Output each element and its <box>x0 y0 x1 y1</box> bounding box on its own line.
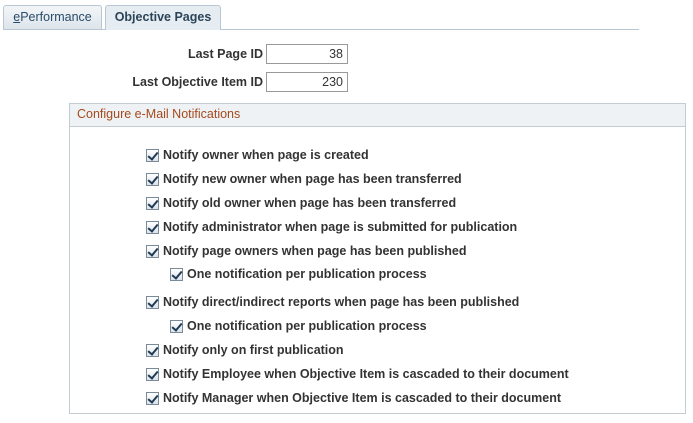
objective-pages-page: ePerformance Objective Pages Last Page I… <box>0 0 693 423</box>
checkbox-label: Notify administrator when page is submit… <box>163 220 518 234</box>
checkbox-row-one-notification-owners: One notification per publication process <box>170 266 427 282</box>
checkbox-row-manager-cascaded: Notify Manager when Objective Item is ca… <box>146 390 561 406</box>
checkbox-row-owners-published: Notify page owners when page has been pu… <box>146 243 467 259</box>
checkbox-label: Notify old owner when page has been tran… <box>163 196 457 210</box>
checkbox-label: Notify page owners when page has been pu… <box>163 244 467 258</box>
one-notification-owners-checkbox[interactable] <box>170 267 183 281</box>
checkbox-row-old-owner-transferred: Notify old owner when page has been tran… <box>146 195 456 211</box>
checkbox-label: Notify Manager when Objective Item is ca… <box>163 391 562 405</box>
notify-page-owners-published-checkbox[interactable] <box>146 244 159 258</box>
one-notification-reports-checkbox[interactable] <box>170 319 183 333</box>
tab-eperformance[interactable]: ePerformance <box>3 5 102 29</box>
checkbox-row-new-owner-transferred: Notify new owner when page has been tran… <box>146 171 462 187</box>
tab-objective-pages[interactable]: Objective Pages <box>105 5 221 30</box>
last-page-id-field[interactable] <box>266 44 348 64</box>
checkbox-row-one-notification-reports: One notification per publication process <box>170 318 427 334</box>
checkbox-row-first-publication: Notify only on first publication <box>146 342 344 358</box>
notify-owner-created-checkbox[interactable] <box>146 148 159 162</box>
checkbox-row-admin-submitted: Notify administrator when page is submit… <box>146 219 517 235</box>
checkbox-label: One notification per publication process <box>187 267 427 281</box>
checkbox-label: One notification per publication process <box>187 319 427 333</box>
notify-first-publication-checkbox[interactable] <box>146 343 159 357</box>
groupbox-title: Configure e-Mail Notifications <box>77 107 241 121</box>
checkbox-label: Notify only on first publication <box>163 343 344 357</box>
checkbox-row-reports-published: Notify direct/indirect reports when page… <box>146 294 519 310</box>
last-objective-item-id-label: Last Objective Item ID <box>132 75 263 89</box>
notify-employee-cascaded-checkbox[interactable] <box>146 367 159 381</box>
checkbox-row-owner-created: Notify owner when page is created <box>146 147 369 163</box>
groupbox-header: Configure e-Mail Notifications <box>70 104 685 127</box>
tab-divider <box>3 29 639 30</box>
checkbox-label: Notify owner when page is created <box>163 148 369 162</box>
notify-manager-cascaded-checkbox[interactable] <box>146 391 159 405</box>
last-page-id-label: Last Page ID <box>187 47 263 61</box>
checkbox-label: Notify new owner when page has been tran… <box>163 172 462 186</box>
last-objective-item-id-field[interactable] <box>266 72 348 92</box>
notify-old-owner-transferred-checkbox[interactable] <box>146 196 159 210</box>
tab-label: Objective Pages <box>114 10 212 24</box>
notify-administrator-submitted-checkbox[interactable] <box>146 220 159 234</box>
checkbox-row-employee-cascaded: Notify Employee when Objective Item is c… <box>146 366 569 382</box>
notify-reports-published-checkbox[interactable] <box>146 295 159 309</box>
checkbox-label: Notify direct/indirect reports when page… <box>163 295 520 309</box>
tab-label: Performance <box>20 10 92 24</box>
notify-new-owner-transferred-checkbox[interactable] <box>146 172 159 186</box>
checkbox-label: Notify Employee when Objective Item is c… <box>163 367 569 381</box>
